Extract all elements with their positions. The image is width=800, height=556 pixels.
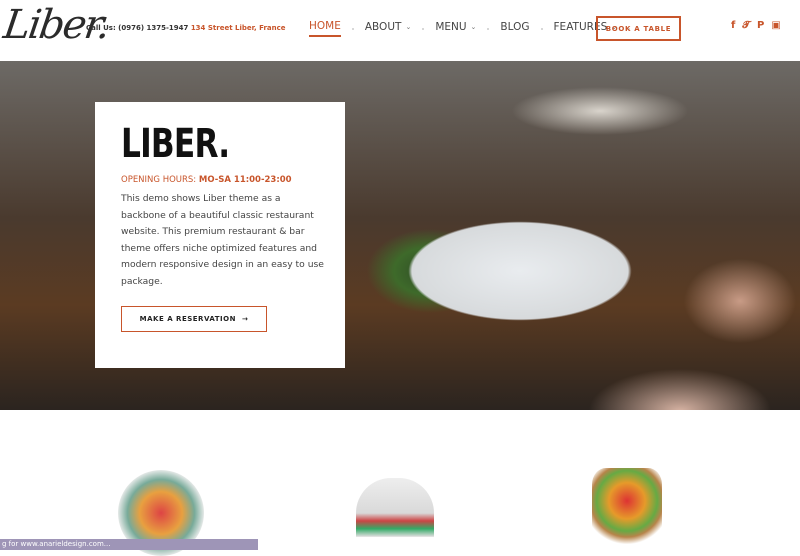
opening-hours: OPENING HOURS: MO-SA 11:00-23:00 <box>121 175 319 185</box>
nav-blog[interactable]: BLOG <box>500 21 529 36</box>
make-reservation-button[interactable]: MAKE A RESERVATION → <box>121 305 267 332</box>
nav-label: HOME <box>309 20 341 32</box>
vegetable-basket-image <box>592 468 662 550</box>
hero-description: This demo shows Liber theme as a backbon… <box>121 193 324 287</box>
button-label: MAKE A RESERVATION <box>139 314 236 323</box>
nav-about[interactable]: ABOUT ⌄ <box>365 21 411 36</box>
instagram-icon[interactable]: ▣ <box>771 20 780 31</box>
main-nav: HOME ABOUT ⌄ MENU ⌄ BLOG FEATURES ⌄ <box>309 20 641 37</box>
chevron-down-icon: ⌄ <box>470 23 477 31</box>
nav-separator <box>422 27 425 30</box>
nav-menu[interactable]: MENU ⌄ <box>435 21 476 36</box>
arrow-right-icon: → <box>241 314 249 323</box>
burger-image <box>356 478 434 556</box>
pinterest-icon[interactable]: P <box>757 20 764 31</box>
site-header: Liber. Call Us: (0976) 1375-1947 134 Str… <box>0 0 800 61</box>
address: 134 Street Liber, France <box>190 24 286 32</box>
hours-label: OPENING HOURS: <box>121 175 197 185</box>
contact-info: Call Us: (0976) 1375-1947 134 Street Lib… <box>86 24 286 32</box>
nav-home[interactable]: HOME <box>309 20 341 37</box>
nav-separator <box>351 27 354 30</box>
hours-value: MO-SA 11:00-23:00 <box>198 175 292 185</box>
hero-title: LIBER. <box>121 121 230 167</box>
nav-label: ABOUT <box>364 21 402 33</box>
nav-label: MENU <box>435 21 467 33</box>
browser-status-bar: g for www.anarieldesign.com... <box>0 539 258 550</box>
hero-card: LIBER. OPENING HOURS: MO-SA 11:00-23:00 … <box>95 102 345 368</box>
facebook-icon[interactable]: f <box>731 20 735 31</box>
chevron-down-icon: ⌄ <box>405 23 412 31</box>
phone: Call Us: (0976) 1375-1947 <box>86 24 189 32</box>
social-links: f 𝓣 P ▣ <box>731 20 781 31</box>
book-table-button[interactable]: BOOK A TABLE <box>596 16 681 41</box>
nav-label: BLOG <box>500 21 530 33</box>
nav-separator <box>487 27 490 30</box>
twitter-icon[interactable]: 𝓣 <box>742 20 750 31</box>
nav-separator <box>540 27 543 30</box>
